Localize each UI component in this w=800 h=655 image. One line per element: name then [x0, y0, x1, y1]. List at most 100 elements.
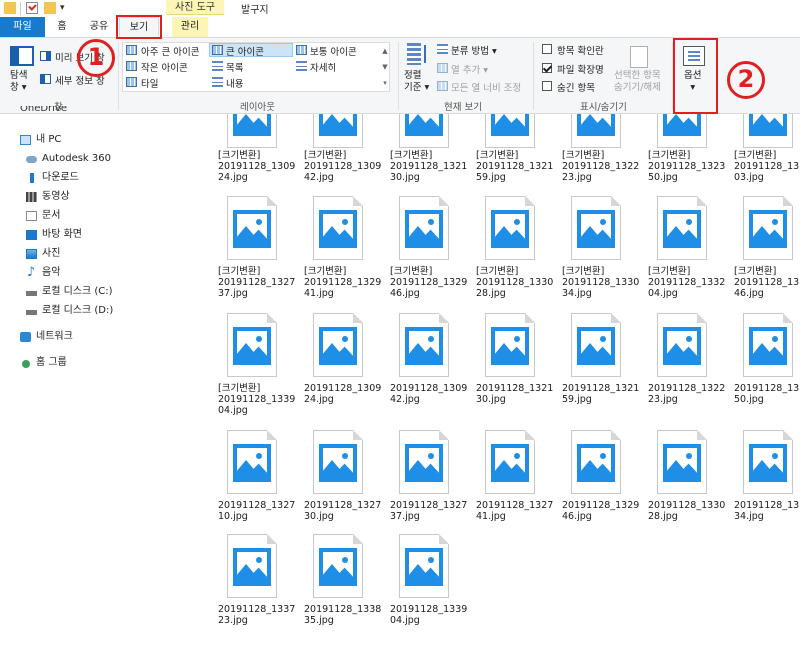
pc-icon [20, 135, 31, 145]
nav-item-label: 문서 [42, 210, 61, 221]
image-file-icon [657, 114, 707, 148]
navigation-pane-icon[interactable] [10, 46, 34, 66]
hidden-items-checkbox[interactable] [542, 81, 552, 91]
image-file-icon [313, 430, 363, 494]
window-title: 발구지 [241, 5, 269, 16]
group-label-layout: 레이아웃 [240, 102, 275, 113]
new-folder-icon[interactable] [44, 2, 56, 14]
large-icons-icon [212, 45, 223, 55]
file-name: [크기변환] 20191128_1327 37.jpg [218, 266, 296, 299]
size-all-columns-button[interactable]: 모든 열 너비 조정 [451, 80, 521, 94]
file-list: [크기변환] 20191128_1309 24.jpg [크기변환] 20191… [210, 114, 800, 655]
image-file-icon [485, 196, 535, 260]
nav-item-label: 로컬 디스크 (D:) [42, 305, 114, 316]
file-name: [크기변환] 20191128_1321 30.jpg [390, 150, 468, 183]
image-file-icon [313, 196, 363, 260]
properties-icon[interactable] [26, 2, 38, 14]
folder-icon [4, 2, 16, 14]
image-file-icon [571, 114, 621, 148]
item-checkboxes-checkbox[interactable] [542, 44, 552, 54]
file-name: [크기변환] 20191128_1322 23.jpg [562, 150, 640, 183]
file-extensions-checkbox[interactable] [542, 63, 552, 73]
nav-item-label: Autodesk 360 [42, 153, 111, 164]
list-view-icon [212, 61, 223, 71]
layout-small-icons[interactable]: 작은 아이콘 [141, 60, 188, 74]
file-name: 20191128_1327 10.jpg [218, 500, 296, 522]
image-file-icon [571, 196, 621, 260]
image-file-icon [571, 313, 621, 377]
layout-medium-icons[interactable]: 보통 아이콘 [310, 44, 357, 58]
divider [20, 2, 21, 15]
image-file-icon [227, 313, 277, 377]
fit-columns-icon [437, 81, 448, 91]
add-column-icon [437, 63, 448, 73]
download-icon [30, 173, 34, 183]
file-name: 20191128_1338 35.jpg [304, 604, 382, 626]
file-name: 20191128_1337 23.jpg [218, 604, 296, 626]
file-name: [크기변환] 20191128_1339 04.jpg [218, 383, 296, 416]
annotation-step-2: 2 [727, 61, 765, 99]
image-file-icon [485, 430, 535, 494]
hide-selected-items-button[interactable]: 선택한 항목 숨기기/해제 [614, 70, 661, 94]
file-name: 20191128_1321 30.jpg [476, 383, 554, 405]
cloud-icon [26, 156, 37, 163]
file-name: 20191128_1327 37.jpg [390, 500, 468, 522]
layout-tiles[interactable]: 타일 [141, 76, 158, 90]
gallery-scroll-arrows[interactable]: ▲ ▼ ▾ [381, 43, 389, 91]
file-name: 20191128_1329 46.jpg [562, 500, 640, 522]
drive-icon [26, 291, 37, 296]
tiles-view-icon [126, 77, 137, 87]
file-name: [크기변환] 20191128_1309 24.jpg [218, 150, 296, 183]
image-file-icon [743, 313, 793, 377]
nav-item-label: 로컬 디스크 (C:) [42, 286, 113, 297]
nav-item-label: 다운로드 [42, 172, 79, 183]
tab-home[interactable]: 홈 [54, 17, 70, 37]
layout-large-icons[interactable]: 큰 아이콘 [226, 44, 264, 58]
tab-manage[interactable]: 관리 [172, 17, 208, 37]
image-file-icon [227, 196, 277, 260]
file-name: [크기변환] 20191128_1329 46.jpg [390, 266, 468, 299]
image-file-icon [313, 534, 363, 598]
details-view-icon [296, 61, 307, 71]
navigation-pane-button[interactable]: 탐색 창 ▾ [10, 70, 27, 94]
layout-content[interactable]: 내용 [226, 76, 243, 90]
group-by-button[interactable]: 분류 방법 ▾ [451, 43, 497, 57]
nav-item-label: 내 PC [36, 134, 62, 145]
layout-list[interactable]: 목록 [226, 60, 243, 74]
nav-item-label: 사진 [42, 248, 61, 259]
hidden-items-label: 숨긴 항목 [557, 83, 595, 94]
sort-icon [407, 43, 429, 65]
file-name: 20191128_1327 30.jpg [304, 500, 382, 522]
nav-item-label: 네트워크 [36, 331, 73, 342]
file-name: [크기변환] 20191128_1309 42.jpg [304, 150, 382, 183]
layout-extra-large-icons[interactable]: 아주 큰 아이콘 [141, 44, 199, 58]
video-icon [26, 192, 37, 202]
file-name: [크기변환] 20191128_1321 59.jpg [476, 150, 554, 183]
divider [398, 42, 399, 110]
drive-icon [26, 310, 37, 315]
nav-item-onedrive[interactable]: OneDrive [20, 106, 67, 118]
nav-item-label: 동영상 [42, 191, 70, 202]
sort-by-button[interactable]: 정렬 기준 ▾ [404, 70, 429, 94]
group-label-show-hide: 표시/숨기기 [580, 102, 627, 113]
network-icon [20, 332, 31, 342]
tab-file[interactable]: 파일 [0, 17, 45, 37]
tab-share[interactable]: 공유 [86, 17, 112, 37]
file-name: [크기변환] 20191128_1330 28.jpg [476, 266, 554, 299]
details-pane-icon [40, 74, 51, 84]
extra-large-icons-icon [126, 45, 137, 55]
preview-pane-icon [40, 51, 51, 61]
document-icon [26, 211, 37, 221]
file-name: 20191128_1330 28.jpg [648, 500, 726, 522]
homegroup-icon [22, 360, 30, 368]
nav-item-label: 홈 그룹 [36, 357, 67, 368]
image-file-icon [485, 313, 535, 377]
add-columns-button[interactable]: 열 추가 ▾ [451, 62, 488, 76]
quick-access-dropdown-icon[interactable]: ▾ [60, 3, 65, 13]
image-file-icon [571, 430, 621, 494]
file-name: 20191128_132 50.jpg [734, 383, 800, 405]
music-icon: ♪ [27, 265, 36, 280]
layout-details[interactable]: 자세히 [310, 60, 336, 74]
image-file-icon [657, 196, 707, 260]
image-file-icon [399, 313, 449, 377]
